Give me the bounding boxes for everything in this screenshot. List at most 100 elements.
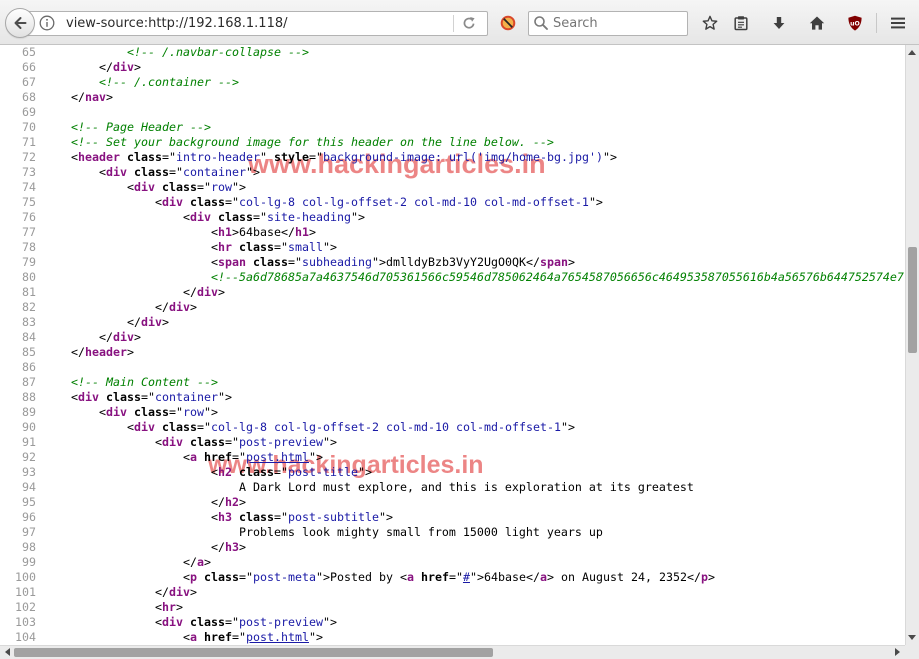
source-text: Problems look mighty small from 15000 li…: [43, 525, 603, 539]
source-link[interactable]: post.html: [246, 450, 309, 464]
line-number: 83: [22, 315, 36, 329]
line-number: 69: [22, 105, 36, 119]
line-number: 100: [15, 570, 36, 584]
source-link[interactable]: post.html: [246, 630, 309, 644]
attribute-name: class: [189, 195, 225, 209]
source-text: =": [231, 630, 246, 644]
line-number: 90: [22, 420, 36, 434]
url-text[interactable]: view-source:http://192.168.1.118/: [66, 12, 288, 35]
download-icon[interactable]: [771, 15, 787, 31]
scroll-right-arrow-icon[interactable]: [895, 648, 901, 656]
source-text: [232, 465, 239, 479]
site-info-icon[interactable]: [39, 15, 55, 31]
source-line: 68 </nav>: [0, 90, 905, 105]
search-box[interactable]: [528, 11, 688, 36]
attribute-name: class: [162, 420, 197, 434]
source-line: 77 <h1>64base</h1>: [0, 225, 905, 240]
source-text: <: [43, 570, 190, 584]
back-button[interactable]: [5, 8, 35, 38]
line-number: 97: [22, 525, 36, 539]
tag-name: div: [196, 285, 218, 299]
source-line: 65 <!-- /.navbar-collapse -->: [0, 45, 905, 60]
source-text: ">: [308, 630, 323, 644]
scroll-left-arrow-icon[interactable]: [4, 648, 10, 656]
clipboard-icon[interactable]: [733, 15, 749, 31]
source-text: [197, 450, 204, 464]
source-text: </: [43, 495, 225, 509]
source-text: <: [43, 405, 106, 419]
source-text: ">: [588, 195, 603, 209]
search-input[interactable]: [551, 12, 683, 35]
line-number: 74: [22, 180, 36, 194]
tag-name: div: [189, 210, 211, 224]
tag-name: h1: [217, 225, 232, 239]
source-text: <: [43, 255, 218, 269]
source-text: [246, 255, 253, 269]
vertical-scroll-thumb[interactable]: [908, 247, 917, 353]
line-number: 66: [22, 60, 36, 74]
block-icon[interactable]: [500, 15, 516, 31]
source-text: >: [238, 540, 246, 554]
scrollbar-corner: [905, 645, 919, 659]
tag-name: div: [168, 585, 190, 599]
source-text: <: [43, 225, 218, 239]
source-link[interactable]: #: [463, 570, 470, 584]
source-line: 75 <div class="col-lg-8 col-lg-offset-2 …: [0, 195, 905, 210]
attribute-value: subheading: [301, 255, 372, 269]
tag-name: div: [168, 300, 190, 314]
ublock-origin-icon[interactable]: uO: [847, 15, 863, 31]
vertical-scrollbar[interactable]: [905, 45, 919, 645]
attribute-value: col-lg-8 col-lg-offset-2 col-md-10 col-m…: [211, 420, 561, 434]
source-text: [414, 570, 421, 584]
line-code: </a>: [43, 555, 211, 570]
line-number: 82: [22, 300, 36, 314]
line-number: 95: [22, 495, 36, 509]
tag-name: header: [78, 150, 120, 164]
source-line: 103 <div class="post-preview">: [0, 615, 905, 630]
horizontal-scrollbar[interactable]: [0, 645, 905, 659]
source-text: =": [273, 465, 288, 479]
source-line: 99 </a>: [0, 555, 905, 570]
bookmark-star-icon[interactable]: [702, 15, 718, 31]
source-text: >: [134, 330, 141, 344]
reload-icon[interactable]: [461, 15, 477, 31]
scroll-up-arrow-icon[interactable]: [908, 49, 916, 55]
line-code: <div class="container">: [43, 390, 232, 405]
source-text: >: [175, 600, 183, 614]
attribute-value: site-heading: [266, 210, 351, 224]
attribute-value: row: [183, 405, 204, 419]
line-code: <h3 class="post-subtitle">: [43, 510, 393, 525]
line-code: <div class="row">: [43, 405, 218, 420]
source-text: =": [224, 435, 239, 449]
hamburger-menu-icon[interactable]: [890, 15, 906, 31]
line-code: <div class="container">: [43, 165, 260, 180]
line-number: 80: [22, 270, 36, 284]
attribute-value: post-meta: [252, 570, 316, 584]
tag-name: header: [85, 345, 127, 359]
scroll-down-arrow-icon[interactable]: [908, 635, 916, 641]
line-code: <!-- Page Header -->: [43, 120, 211, 135]
source-line: 66 </div>: [0, 60, 905, 75]
line-code: </h2>: [43, 495, 246, 510]
line-code: <span class="subheading">dmlldyBzb3VyY2U…: [43, 255, 575, 270]
horizontal-scroll-thumb[interactable]: [14, 648, 493, 657]
tag-name: h2: [224, 495, 239, 509]
home-icon[interactable]: [809, 15, 825, 31]
source-text: >64base</: [231, 225, 295, 239]
source-text: A Dark Lord must explore, and this is ex…: [43, 480, 694, 494]
tag-name: div: [134, 180, 155, 194]
source-text: <: [43, 510, 218, 524]
source-text: =": [197, 180, 211, 194]
url-bar[interactable]: view-source:http://192.168.1.118/: [24, 11, 488, 36]
line-number: 78: [22, 240, 36, 254]
source-text: =": [169, 405, 183, 419]
source-text: <: [43, 390, 78, 404]
source-text: [211, 210, 218, 224]
source-line: 104 <a href="post.html">: [0, 630, 905, 645]
tag-name: h1: [294, 225, 309, 239]
source-comment: <!--5a6d78685a7a4637546d705361566c59546d…: [210, 270, 904, 284]
line-code: <!-- /.navbar-collapse -->: [43, 45, 309, 60]
source-text: =": [448, 570, 463, 584]
line-number: 98: [22, 540, 36, 554]
source-text: ">: [232, 180, 246, 194]
